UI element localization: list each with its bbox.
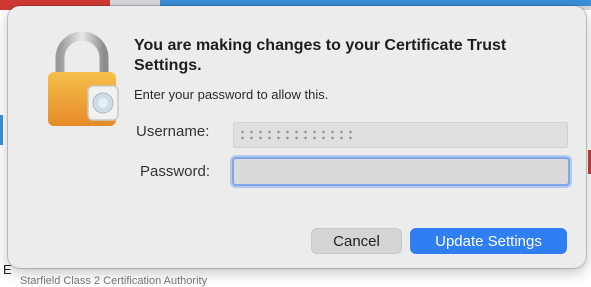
username-field[interactable]	[233, 122, 568, 148]
username-label: Username:	[136, 123, 210, 140]
lock-icon	[48, 32, 119, 126]
password-label: Password:	[140, 163, 211, 180]
background-blue-edge	[0, 115, 3, 145]
dialog-title: You are making changes to your Certifica…	[134, 37, 507, 74]
redacted-username	[238, 129, 358, 141]
background-list-text: Starfield Class 2 Certification Authorit…	[20, 275, 208, 287]
password-field[interactable]	[232, 157, 570, 186]
dialog-subtitle: Enter your password to allow this.	[134, 87, 329, 102]
cancel-button[interactable]: Cancel	[311, 228, 402, 254]
authentication-dialog: You are making changes to your Certifica…	[8, 6, 586, 268]
update-settings-button[interactable]: Update Settings	[410, 228, 567, 254]
